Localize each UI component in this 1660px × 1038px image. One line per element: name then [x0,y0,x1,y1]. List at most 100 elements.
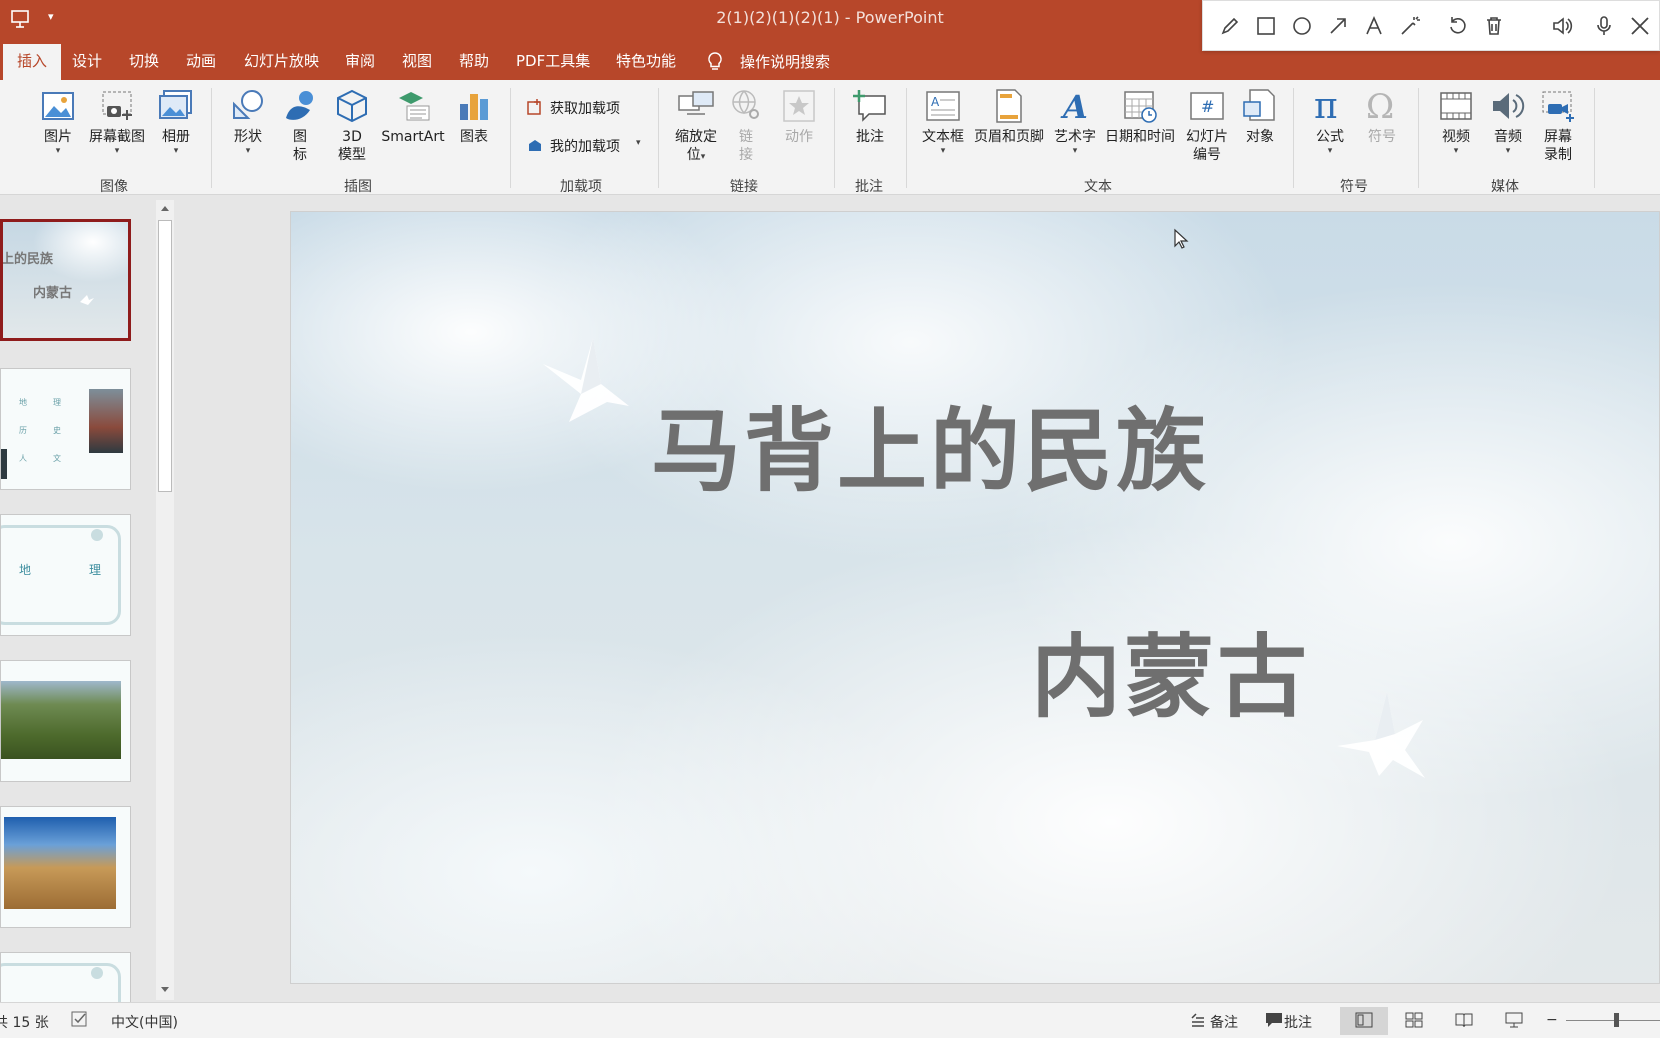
scroll-down-icon[interactable] [160,986,170,994]
undo-icon[interactable] [1447,15,1469,37]
shapes-icon [233,90,263,119]
my-addins-button[interactable]: 我的加载项 [526,136,650,156]
slide-subtitle[interactable]: 内蒙古 [1031,604,1310,734]
slide-thumbnail-4[interactable] [0,660,131,782]
tab-help[interactable]: 帮助 [459,50,489,71]
slide-count: 共 15 张 [0,1015,49,1031]
close-icon[interactable] [1629,15,1651,37]
language-indicator[interactable]: 中文(中国) [111,1012,178,1032]
icons-button[interactable]: 图 标 [280,88,320,164]
scrollbar-thumb[interactable] [158,220,172,492]
icons-label-line1: 图 [293,129,307,145]
cube-icon [337,89,367,123]
slide-thumbnail-5[interactable] [0,806,131,928]
tab-design[interactable]: 设计 [72,50,102,71]
notes-icon[interactable] [1188,1011,1208,1029]
audio-button[interactable]: 音频 ▾ [1486,88,1530,156]
wordart-button[interactable]: A 艺术字 ▾ [1050,88,1100,156]
new-comment-button[interactable]: 批注 [848,88,892,146]
slide-number-button[interactable]: # 幻灯片 编号 [1180,88,1234,164]
chart-button[interactable]: 图表 [452,88,496,146]
photo-album-caret[interactable]: ▾ [154,146,198,156]
tell-me-search[interactable]: 操作说明搜索 [740,51,830,72]
zoom-slider-track[interactable] [1566,1020,1660,1021]
picture-button[interactable]: 图片 ▾ [36,88,80,156]
pencil-icon[interactable] [1219,15,1241,37]
slideshow-view-icon[interactable] [1504,1011,1524,1029]
spell-check-icon[interactable] [70,1010,90,1028]
zoom-caret[interactable]: ▾ [701,152,706,162]
smartart-label: SmartArt [381,129,445,145]
screenshot-button[interactable]: 屏幕截图 ▾ [84,88,150,156]
comments-icon[interactable] [1264,1011,1284,1029]
header-footer-button[interactable]: 页眉和页脚 [970,88,1048,146]
tab-slideshow[interactable]: 幻灯片放映 [244,50,319,71]
zoom-label-line1: 缩放定 [675,129,717,145]
status-bar: 共 15 张 中文(中国) 备注 批注 − [0,1002,1660,1038]
my-addins-caret[interactable]: ▾ [636,138,641,148]
screen-recording-button[interactable]: 屏幕 录制 [1536,88,1580,164]
tab-animations[interactable]: 动画 [186,50,216,71]
rectangle-icon[interactable] [1255,15,1277,37]
wordart-caret[interactable]: ▾ [1050,146,1100,156]
svg-text:A: A [1060,88,1088,124]
shapes-button[interactable]: 形状 ▾ [226,88,270,156]
shapes-caret[interactable]: ▾ [226,146,270,156]
magic-wand-icon[interactable] [1399,15,1421,37]
date-time-button[interactable]: 日期和时间 [1100,88,1180,146]
my-addins-label: 我的加载项 [550,139,620,155]
tab-view[interactable]: 视图 [402,50,432,71]
object-icon [1243,89,1275,121]
link-button[interactable]: 链 接 [726,88,766,164]
scroll-up-icon[interactable] [160,204,170,212]
textbox-button[interactable]: A 文本框 ▾ [916,88,970,156]
smartart-button[interactable]: SmartArt [378,88,448,146]
symbol-button[interactable]: Ω 符号 [1360,86,1404,146]
normal-view-icon[interactable] [1354,1011,1374,1029]
slide-canvas[interactable]: 马背上的民族 内蒙古 [290,211,1660,984]
get-addins-button[interactable]: 获取加载项 [526,98,646,118]
equation-button[interactable]: π 公式 ▾ [1308,86,1352,156]
slide-sorter-icon[interactable] [1404,1011,1424,1029]
tab-pdf-tools[interactable]: PDF工具集 [516,50,590,71]
speaker-icon[interactable] [1551,15,1573,37]
tab-review[interactable]: 审阅 [345,50,375,71]
screenshot-caret[interactable]: ▾ [84,146,150,156]
3d-models-button[interactable]: 3D 模型 [330,88,374,164]
tab-transitions[interactable]: 切换 [129,50,159,71]
tab-insert[interactable]: 插入 [3,44,62,80]
audio-caret[interactable]: ▾ [1486,146,1530,156]
zoom-button[interactable]: 缩放定 位▾ [668,88,724,164]
text-tool-icon[interactable] [1363,15,1385,37]
tab-special-features[interactable]: 特色功能 [616,50,676,71]
textbox-caret[interactable]: ▾ [916,146,970,156]
photo-album-button[interactable]: 相册 ▾ [154,88,198,156]
svg-text:Ω: Ω [1366,87,1394,124]
photo-album-icon [159,90,192,119]
lightbulb-icon[interactable] [706,51,724,71]
microphone-icon[interactable] [1593,15,1615,37]
arrow-icon[interactable] [1327,15,1349,37]
symbol-label: 符号 [1368,129,1396,145]
slide-thumbnail-1[interactable]: 上的民族 内蒙古 [0,219,131,341]
action-button[interactable]: 动作 [776,88,822,146]
thumbnail-geo-left: 地 [19,563,32,577]
video-button[interactable]: 视频 ▾ [1434,88,1478,156]
video-caret[interactable]: ▾ [1434,146,1478,156]
equation-caret[interactable]: ▾ [1308,146,1352,156]
comments-button[interactable]: 批注 [1284,1012,1312,1032]
trash-icon[interactable] [1483,15,1505,37]
comment-icon [853,90,886,122]
zoom-slider-thumb[interactable] [1614,1013,1619,1027]
picture-caret[interactable]: ▾ [36,146,80,156]
circle-icon[interactable] [1291,15,1313,37]
slide-thumbnail-2[interactable]: 地 理 历 史 人 文 [0,368,131,490]
group-addins: 加载项 [560,179,602,195]
object-button[interactable]: 对象 [1238,88,1282,146]
zoom-out-button[interactable]: − [1546,1012,1558,1028]
slide-thumbnail-3[interactable]: 地 理 [0,514,131,636]
slide-title[interactable]: 马背上的民族 [651,378,1209,508]
reading-view-icon[interactable] [1454,1011,1474,1029]
thumbnail-scrollbar[interactable] [156,200,174,1000]
notes-button[interactable]: 备注 [1210,1012,1238,1032]
